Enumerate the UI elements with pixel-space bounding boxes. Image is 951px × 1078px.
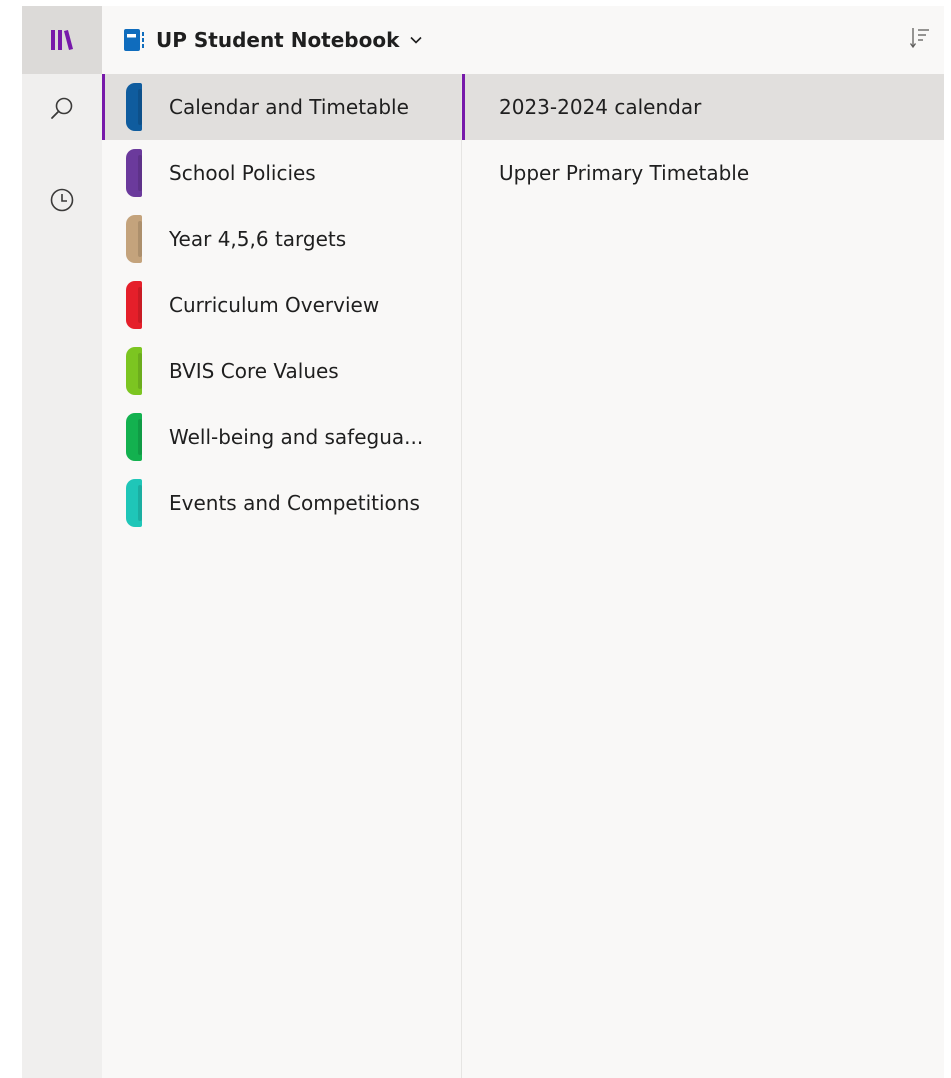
page-label: 2023-2024 calendar bbox=[499, 95, 702, 119]
section-label: Year 4,5,6 targets bbox=[169, 227, 347, 251]
onenote-app: UP Student Notebook Calendar and Timetab… bbox=[22, 6, 944, 1078]
sort-icon bbox=[909, 28, 929, 49]
chevron-down-icon bbox=[410, 36, 422, 44]
section-label: Calendar and Timetable bbox=[169, 95, 409, 119]
section-label: Well-being and safegua... bbox=[169, 425, 424, 449]
section-tab-color bbox=[126, 83, 142, 131]
section-tab-color bbox=[126, 281, 142, 329]
notebooks-library-icon bbox=[51, 30, 73, 50]
sort-button[interactable] bbox=[906, 24, 934, 52]
clock-icon bbox=[50, 188, 74, 212]
nav-rail bbox=[22, 6, 102, 1078]
section-item[interactable]: BVIS Core Values bbox=[102, 338, 461, 404]
section-tab-color bbox=[126, 413, 142, 461]
page-item[interactable]: Upper Primary Timetable bbox=[462, 140, 944, 206]
section-item[interactable]: School Policies bbox=[102, 140, 461, 206]
section-tab-color bbox=[126, 149, 142, 197]
section-item[interactable]: Well-being and safegua... bbox=[102, 404, 461, 470]
section-label: Curriculum Overview bbox=[169, 293, 380, 317]
notebook-icon bbox=[124, 29, 144, 51]
section-item[interactable]: Year 4,5,6 targets bbox=[102, 206, 461, 272]
section-item[interactable]: Calendar and Timetable bbox=[102, 74, 461, 140]
page-list: 2023-2024 calendar Upper Primary Timetab… bbox=[462, 74, 944, 1078]
section-item[interactable]: Curriculum Overview bbox=[102, 272, 461, 338]
page-item[interactable]: 2023-2024 calendar bbox=[462, 74, 944, 140]
notebook-header: UP Student Notebook bbox=[102, 6, 944, 74]
section-label: Events and Competitions bbox=[169, 491, 420, 515]
section-label: BVIS Core Values bbox=[169, 359, 339, 383]
notebooks-button[interactable] bbox=[22, 6, 102, 74]
search-icon bbox=[51, 97, 73, 119]
search-button[interactable] bbox=[22, 74, 102, 142]
section-list: Calendar and Timetable School Policies Y… bbox=[102, 74, 462, 1078]
section-tab-color bbox=[126, 215, 142, 263]
notebook-title: UP Student Notebook bbox=[156, 28, 400, 52]
page-label: Upper Primary Timetable bbox=[499, 161, 750, 185]
section-tab-color bbox=[126, 347, 142, 395]
section-tab-color bbox=[126, 479, 142, 527]
recent-button[interactable] bbox=[22, 166, 102, 234]
notebook-switcher[interactable]: UP Student Notebook bbox=[122, 22, 423, 58]
section-label: School Policies bbox=[169, 161, 316, 185]
section-item[interactable]: Events and Competitions bbox=[102, 470, 461, 536]
